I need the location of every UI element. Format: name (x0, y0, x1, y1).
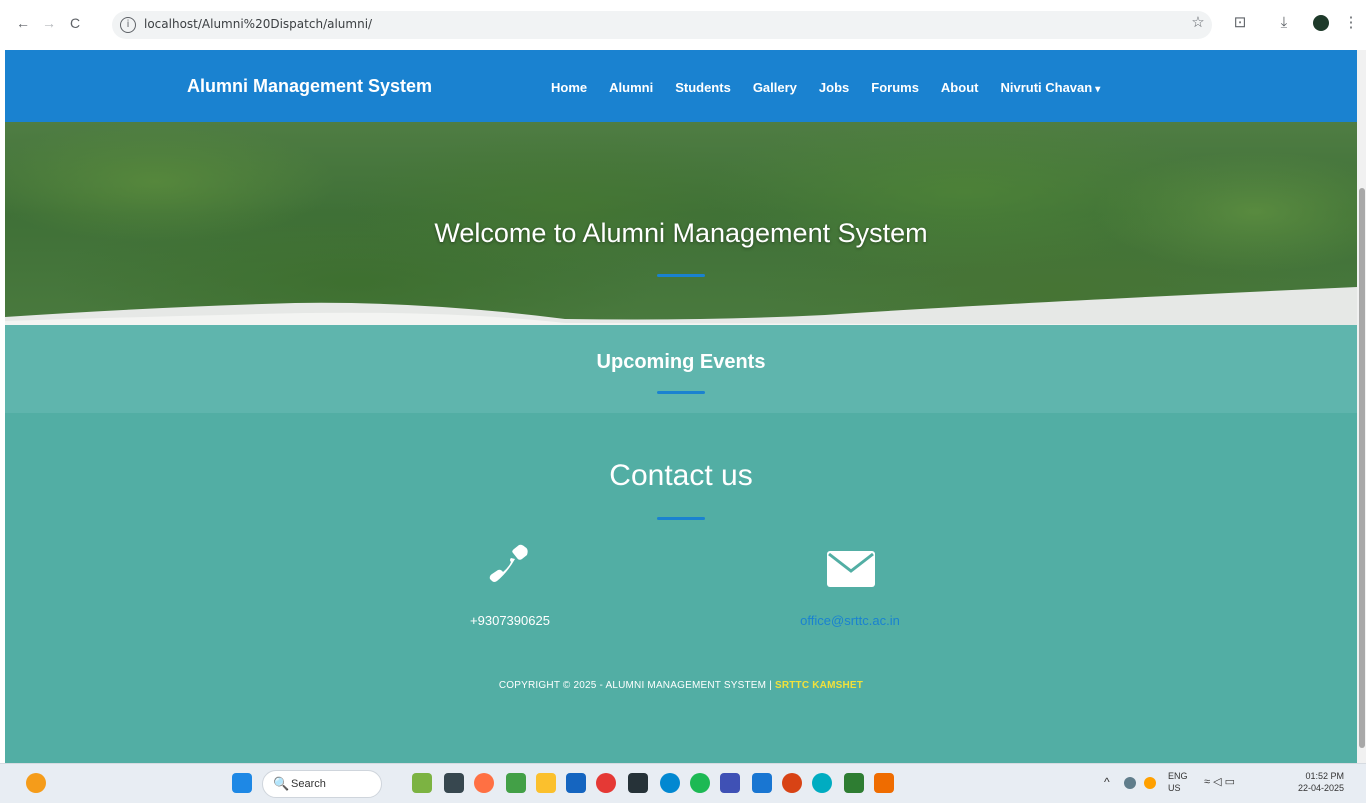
hero-title: Welcome to Alumni Management System (434, 218, 928, 248)
bookmark-star-icon[interactable]: ☆ (1188, 14, 1208, 32)
hero-banner: Welcome to Alumni Management System (5, 122, 1357, 325)
nav-gallery[interactable]: Gallery (753, 80, 797, 95)
reload-button[interactable]: C (66, 14, 84, 32)
chevron-up-icon[interactable]: ^ (1104, 776, 1110, 788)
region-code: US (1168, 783, 1181, 793)
widgets-icon[interactable] (26, 773, 46, 793)
app-icon-whatsapp[interactable] (812, 773, 832, 793)
nav-home[interactable]: Home (551, 80, 587, 95)
extensions-icon[interactable]: ⊡ (1230, 14, 1250, 32)
app-icon-task-view[interactable] (444, 773, 464, 793)
site-info-icon[interactable]: i (120, 17, 136, 33)
page-scrollbar[interactable] (1357, 50, 1366, 763)
edge-icon[interactable] (660, 773, 680, 793)
nav-students[interactable]: Students (675, 80, 731, 95)
contact-title-underline (657, 517, 705, 520)
back-button[interactable]: ← (14, 14, 32, 32)
chrome-icon[interactable] (596, 773, 616, 793)
nav-alumni[interactable]: Alumni (609, 80, 653, 95)
clock-time: 01:52 PM (1305, 771, 1345, 781)
events-title-underline (657, 391, 705, 394)
hero-title-underline (657, 274, 705, 277)
site-navbar: Alumni Management System Home Alumni Stu… (5, 50, 1357, 122)
app-icon-photos[interactable] (474, 773, 494, 793)
language-indicator[interactable]: ENG US (1168, 770, 1188, 794)
nav-jobs[interactable]: Jobs (819, 80, 849, 95)
contact-section: Contact us +9307390625 office@srttc.ac.i… (5, 413, 1357, 763)
address-bar-url[interactable]: localhost/Alumni%20Dispatch/alumni/ (144, 17, 372, 31)
language-code: ENG (1168, 771, 1188, 781)
contact-email-link[interactable]: office@srttc.ac.in (775, 613, 925, 628)
profile-avatar[interactable] (1313, 15, 1329, 31)
scrollbar-thumb[interactable] (1359, 188, 1365, 748)
search-placeholder: Search (291, 778, 326, 790)
app-icon-store[interactable] (506, 773, 526, 793)
phone-icon (489, 544, 528, 582)
tray-app-icon[interactable] (1124, 777, 1136, 789)
copyright-footer: COPYRIGHT © 2025 - ALUMNI MANAGEMENT SYS… (5, 680, 1357, 691)
chevron-down-icon: ▾ (1095, 84, 1101, 95)
contact-phone: +9307390625 (470, 613, 550, 628)
terminal-icon[interactable] (628, 773, 648, 793)
search-icon: 🔍 (273, 776, 290, 791)
app-icon-notepad[interactable] (720, 773, 740, 793)
taskbar-search-input[interactable]: 🔍 Search (262, 770, 382, 798)
nav-about[interactable]: About (941, 80, 979, 95)
app-icon-powerpoint[interactable] (782, 773, 802, 793)
site-brand[interactable]: Alumni Management System (187, 76, 432, 97)
system-clock[interactable]: 01:52 PM 22-04-2025 (1298, 770, 1344, 794)
contact-title: Contact us (609, 459, 753, 492)
download-icon[interactable]: ⤓ (1274, 14, 1294, 32)
upcoming-events-section: Upcoming Events (5, 325, 1357, 413)
app-icon-outlook[interactable] (752, 773, 772, 793)
hero-terrain (5, 287, 1357, 325)
app-icon-linkedin[interactable] (566, 773, 586, 793)
nav-links: Home Alumni Students Gallery Jobs Forums… (551, 80, 1122, 95)
browser-menu-icon[interactable]: ⋮ (1341, 14, 1361, 32)
nav-forums[interactable]: Forums (871, 80, 919, 95)
browser-toolbar: ← → C i localhost/Alumni%20Dispatch/alum… (0, 0, 1366, 50)
app-icon-excel[interactable] (844, 773, 864, 793)
envelope-icon (827, 551, 875, 587)
tray-app-icon-2[interactable] (1144, 777, 1156, 789)
folder-icon[interactable] (536, 773, 556, 793)
copyright-text: COPYRIGHT © 2025 - ALUMNI MANAGEMENT SYS… (498, 680, 775, 691)
events-title: Upcoming Events (596, 351, 766, 373)
wifi-icon[interactable]: ≈ ◁ ▭ (1204, 776, 1235, 788)
user-menu[interactable]: Nivruti Chavan ▾ (1000, 80, 1100, 95)
clock-date: 22-04-2025 (1298, 783, 1345, 793)
user-name: Nivruti Chavan (1000, 80, 1093, 95)
windows-taskbar: 🔍 Search ^ ENG US ≈ ◁ ▭ 01:52 PM 22-04-2… (0, 763, 1366, 803)
address-bar[interactable]: i localhost/Alumni%20Dispatch/alumni/ (112, 11, 1212, 39)
spotify-icon[interactable] (690, 773, 710, 793)
copyright-org-link[interactable]: SRTTC KAMSHET (775, 680, 863, 691)
app-icon-sublime[interactable] (874, 773, 894, 793)
forward-button[interactable]: → (40, 14, 58, 32)
app-icon-copilot[interactable] (412, 773, 432, 793)
start-menu-icon[interactable] (232, 773, 252, 793)
